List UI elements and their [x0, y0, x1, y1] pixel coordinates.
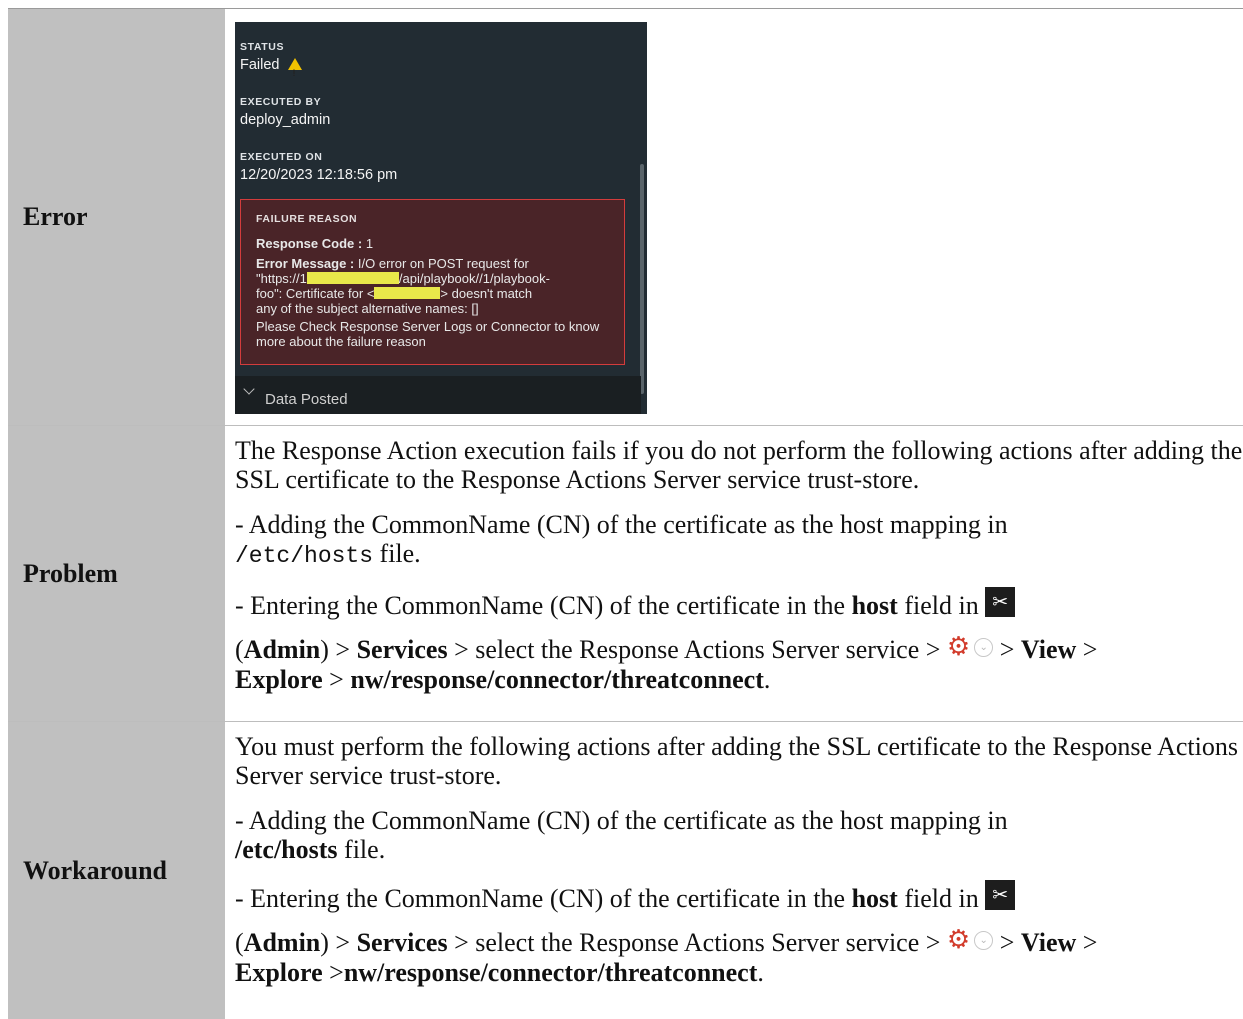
scrollbar[interactable]: [640, 164, 644, 394]
problem-step-2: - Entering the CommonName (CN) of the ce…: [235, 587, 1243, 695]
problem-intro: The Response Action execution fails if y…: [235, 436, 1243, 494]
troubleshooting-table: Error STATUS Failed EXECUTED BY deploy_a…: [8, 8, 1243, 1019]
problem-row: Problem The Response Action execution fa…: [8, 425, 1243, 721]
error-message: Error Message : I/O error on POST reques…: [256, 256, 550, 316]
row-heading-workaround: Workaround: [8, 722, 225, 1019]
row-heading-error: Error: [8, 9, 225, 425]
workaround-intro: You must perform the following actions a…: [235, 732, 1238, 790]
error-row: Error STATUS Failed EXECUTED BY deploy_a…: [8, 8, 1243, 425]
workaround-row: Workaround You must perform the followin…: [8, 721, 1243, 1019]
failure-reason-label: FAILURE REASON: [256, 213, 358, 225]
row-heading-problem: Problem: [8, 426, 225, 721]
gear-icon: ⚙: [946, 632, 971, 662]
hosts-path: /etc/hosts: [235, 835, 338, 864]
problem-cell: The Response Action execution fails if y…: [225, 426, 1243, 721]
workaround-step-1: - Adding the CommonName (CN) of the cert…: [235, 806, 1008, 864]
executed-by-value: deploy_admin: [240, 112, 331, 128]
workaround-step-2: - Entering the CommonName (CN) of the ce…: [235, 880, 1243, 988]
redacted-host: [306, 272, 399, 284]
admin-tools-icon: ✂: [985, 587, 1016, 617]
response-code: Response Code : 1: [256, 236, 374, 251]
data-posted-label: Data Posted: [265, 391, 348, 408]
warning-icon: [287, 58, 302, 88]
error-screenshot: STATUS Failed EXECUTED BY deploy_admin E…: [235, 22, 647, 414]
hosts-path: /etc/hosts: [235, 543, 374, 569]
chevron-down-icon: ⌄: [974, 638, 994, 657]
problem-step-1: - Adding the CommonName (CN) of the cert…: [235, 510, 1008, 569]
data-posted-toggle[interactable]: Data Posted: [235, 376, 641, 414]
error-cell: STATUS Failed EXECUTED BY deploy_admin E…: [225, 9, 1243, 425]
redacted-host: [374, 287, 441, 299]
status-text: Failed: [240, 57, 280, 73]
gear-icon: ⚙: [946, 925, 971, 955]
workaround-cell: You must perform the following actions a…: [225, 722, 1243, 1019]
admin-tools-icon: ✂: [985, 880, 1016, 910]
chevron-down-icon: ⌄: [974, 931, 994, 950]
status-value: Failed: [240, 51, 302, 88]
executed-on-value: 12/20/2023 12:18:56 pm: [240, 167, 398, 183]
failure-reason-box: FAILURE REASON Response Code : 1 Error M…: [240, 199, 625, 365]
chevron-down-icon: [243, 383, 255, 395]
failure-hint: Please Check Response Server Logs or Con…: [256, 319, 600, 349]
